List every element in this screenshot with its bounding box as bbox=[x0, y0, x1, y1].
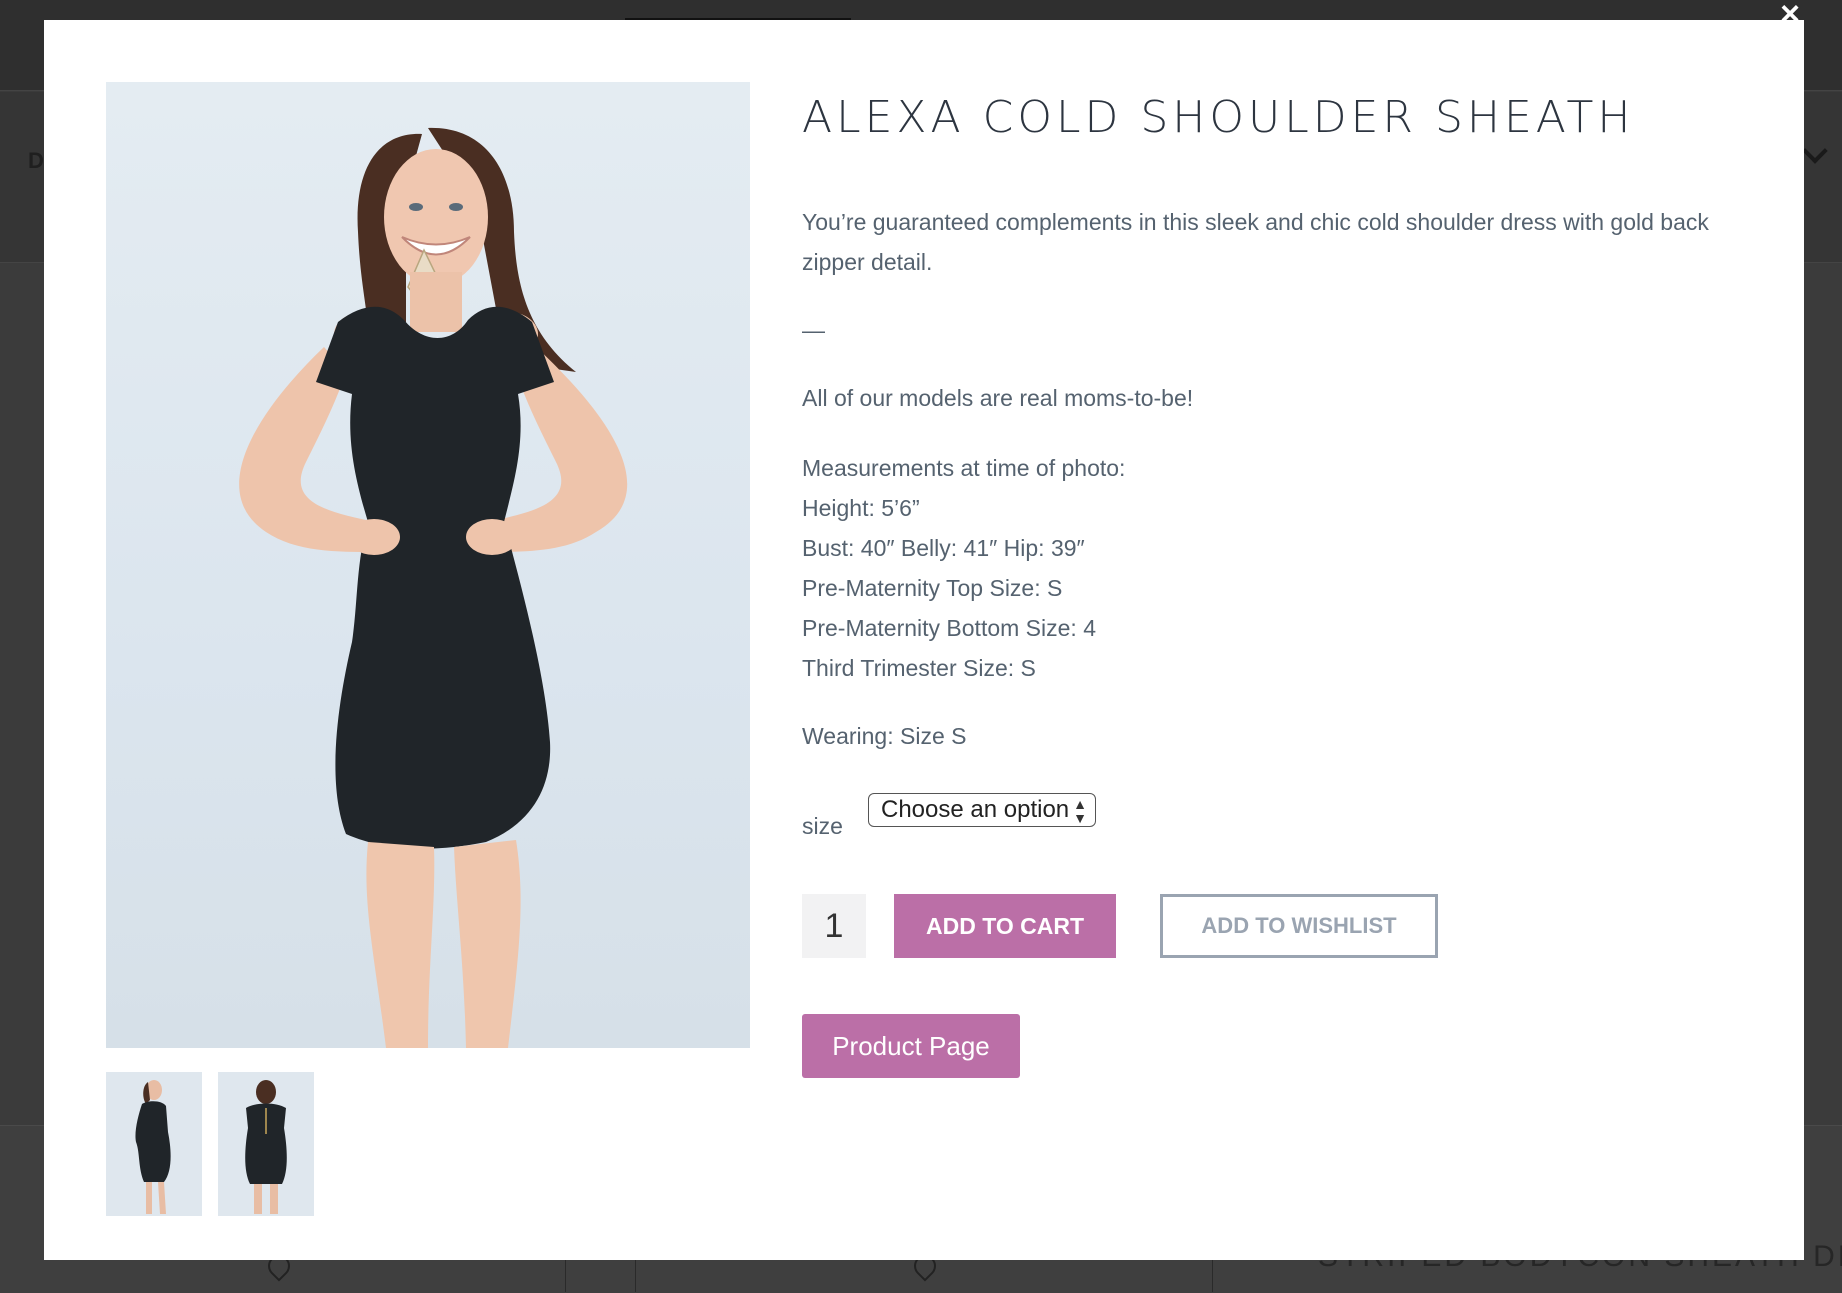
quantity-input[interactable]: 1 bbox=[802, 894, 866, 958]
product-main-image[interactable] bbox=[106, 82, 750, 1048]
add-to-wishlist-button[interactable]: ADD TO WISHLIST bbox=[1160, 894, 1438, 958]
size-select-value: Choose an option bbox=[881, 796, 1070, 823]
add-to-cart-button[interactable]: ADD TO CART bbox=[894, 894, 1116, 958]
measurements-heading: Measurements at time of photo: bbox=[802, 455, 1126, 481]
separator-dash: — bbox=[802, 317, 825, 343]
thumbnail-photo bbox=[106, 1072, 202, 1216]
measurement-line: Pre-Maternity Top Size: S bbox=[802, 575, 1063, 601]
measurements-list: Measurements at time of photo: Height: 5… bbox=[802, 448, 1762, 688]
wearing-size: Wearing: Size S bbox=[802, 723, 967, 749]
thumbnail-photo bbox=[218, 1072, 314, 1216]
measurement-line: Height: 5’6” bbox=[802, 495, 920, 521]
measurement-line: Third Trimester Size: S bbox=[802, 655, 1036, 681]
model-photo bbox=[239, 127, 628, 1048]
select-arrows-icon: ▲ ▼ bbox=[1073, 796, 1087, 826]
product-thumbnail[interactable] bbox=[106, 1072, 202, 1216]
measurement-line: Bust: 40″ Belly: 41″ Hip: 39″ bbox=[802, 535, 1085, 561]
size-select[interactable]: Choose an option ▲ ▼ bbox=[868, 793, 1096, 827]
product-title: ALEXA COLD SHOULDER SHEATH bbox=[802, 92, 1635, 143]
background-nav-label: D bbox=[28, 148, 44, 173]
quick-view-modal: ALEXA COLD SHOULDER SHEATH You’re guaran… bbox=[44, 20, 1804, 1260]
product-page-button[interactable]: Product Page bbox=[802, 1014, 1020, 1078]
product-intro: You’re guaranteed complements in this sl… bbox=[802, 209, 1709, 275]
measurement-line: Pre-Maternity Bottom Size: 4 bbox=[802, 615, 1096, 641]
models-note: All of our models are real moms-to-be! bbox=[802, 385, 1194, 411]
product-description: You’re guaranteed complements in this sl… bbox=[802, 202, 1762, 756]
product-thumbnail[interactable] bbox=[218, 1072, 314, 1216]
size-label: size bbox=[802, 813, 843, 839]
